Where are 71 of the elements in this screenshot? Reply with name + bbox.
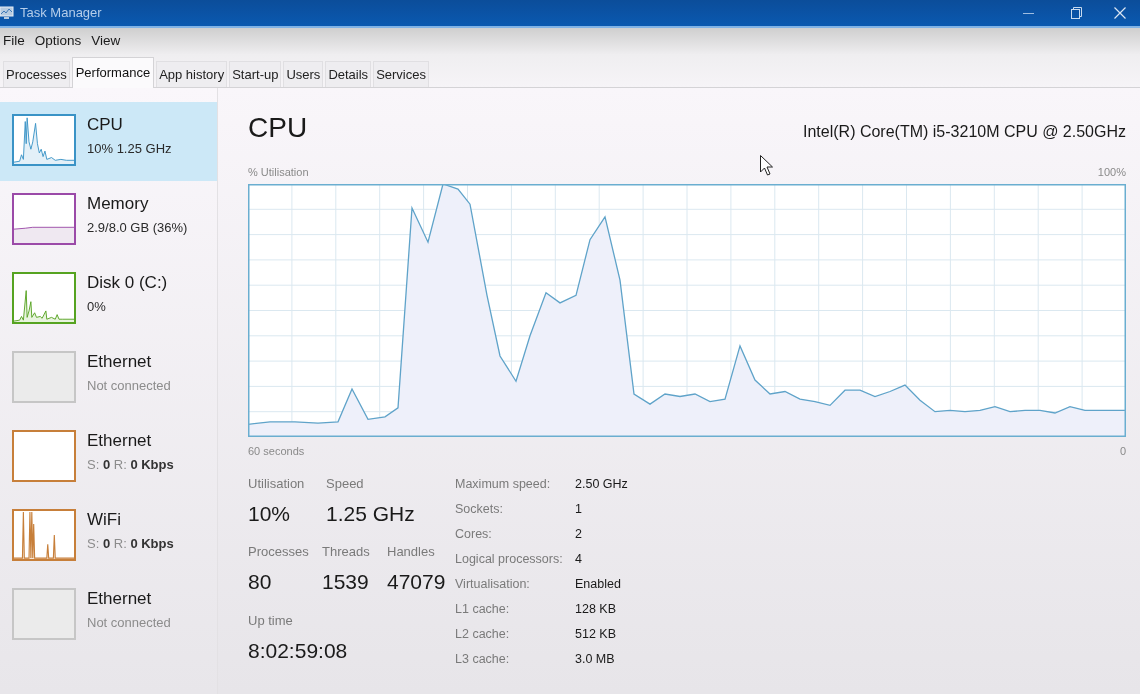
close-icon xyxy=(1114,7,1126,19)
item-detail: 10% 1.25 GHz xyxy=(87,140,172,157)
stat-label: Threads xyxy=(322,543,371,560)
item-detail: 2.9/8.0 GB (36%) xyxy=(87,219,188,236)
menu-item[interactable]: Options xyxy=(31,32,85,50)
item-detail: Not connected xyxy=(87,377,171,394)
item-name: Ethernet xyxy=(87,351,153,373)
sidebar-item[interactable]: Ethernet S: 0 R: 0 Kbps xyxy=(0,418,217,497)
graph-start-label: 60 seconds xyxy=(248,444,305,458)
item-name: Disk 0 (C:) xyxy=(87,272,168,294)
sidebar-item[interactable]: Disk 0 (C:) 0% xyxy=(0,260,217,339)
monitor-icon xyxy=(0,6,14,20)
menu-item[interactable]: File xyxy=(0,32,28,50)
spec-value: 3.0 MB xyxy=(575,651,616,668)
graph-title: % Utilisation xyxy=(248,165,309,179)
item-name: CPU xyxy=(87,114,124,136)
tab[interactable]: Services xyxy=(373,61,429,87)
spec-label: Maximum speed: xyxy=(455,476,552,493)
window-title: Task Manager xyxy=(20,4,102,23)
item-detail: 0% xyxy=(87,298,107,315)
spec-value: 4 xyxy=(575,551,583,568)
spec-value: 2.50 GHz xyxy=(575,476,628,493)
graph-end-label: 0 xyxy=(1119,444,1126,458)
spec-label: L3 cache: xyxy=(455,651,511,668)
graph-max-label: 100% xyxy=(1097,165,1126,179)
stat-value: 1539 xyxy=(322,569,370,595)
tab[interactable]: Details xyxy=(325,61,372,87)
item-name: Memory xyxy=(87,193,150,215)
sidebar-item[interactable]: Ethernet Not connected xyxy=(0,576,217,655)
stat-value: 47079 xyxy=(387,569,446,595)
stat-value: 10% xyxy=(248,501,292,527)
spec-value: 512 KB xyxy=(575,626,617,643)
spec-label: Sockets: xyxy=(455,501,504,518)
spec-label: L2 cache: xyxy=(455,626,511,643)
stat-label: Processes xyxy=(248,543,310,560)
tab[interactable]: Performance xyxy=(71,57,155,88)
spec-value: Enabled xyxy=(575,576,622,593)
spec-value: 1 xyxy=(575,501,583,518)
menu-item[interactable]: View xyxy=(88,32,124,50)
stat-value: 1.25 GHz xyxy=(326,501,415,527)
panel-title: CPU xyxy=(248,111,308,145)
item-name: WiFi xyxy=(87,509,122,531)
stat-value: 80 xyxy=(248,569,273,595)
spec-label: Cores: xyxy=(455,526,493,543)
tab[interactable]: Processes xyxy=(3,61,70,87)
stat-label: Speed xyxy=(326,475,365,492)
item-detail: Not connected xyxy=(87,614,171,631)
stat-label: Handles xyxy=(387,543,436,560)
item-detail: S: 0 R: 0 Kbps xyxy=(87,535,174,552)
stat-label: Up time xyxy=(248,612,294,629)
sidebar-item[interactable]: Ethernet Not connected xyxy=(0,339,217,418)
spec-value: 2 xyxy=(575,526,583,543)
sidebar-item[interactable]: WiFi S: 0 R: 0 Kbps xyxy=(0,497,217,576)
restore-icon xyxy=(1070,7,1082,19)
spec-label: Virtualisation: xyxy=(455,576,531,593)
sidebar-item[interactable]: Memory 2.9/8.0 GB (36%) xyxy=(0,181,217,260)
tab[interactable]: Start-up xyxy=(229,61,282,87)
spec-value: 128 KB xyxy=(575,601,617,618)
spec-label: L1 cache: xyxy=(455,601,511,618)
tab[interactable]: App history xyxy=(156,61,228,87)
sidebar-item[interactable]: CPU 10% 1.25 GHz xyxy=(0,102,217,181)
minimize-icon xyxy=(1022,12,1034,14)
item-name: Ethernet xyxy=(87,430,153,452)
item-detail: S: 0 R: 0 Kbps xyxy=(87,456,174,473)
stat-value: 8:02:59:08 xyxy=(248,638,348,664)
processor-name: Intel(R) Core(TM) i5-3210M CPU @ 2.50GHz xyxy=(803,122,1126,142)
stat-label: Utilisation xyxy=(248,475,306,492)
tab[interactable]: Users xyxy=(283,61,324,87)
mouse-pointer-icon xyxy=(760,155,773,176)
item-name: Ethernet xyxy=(87,588,153,610)
spec-label: Logical processors: xyxy=(455,551,564,568)
